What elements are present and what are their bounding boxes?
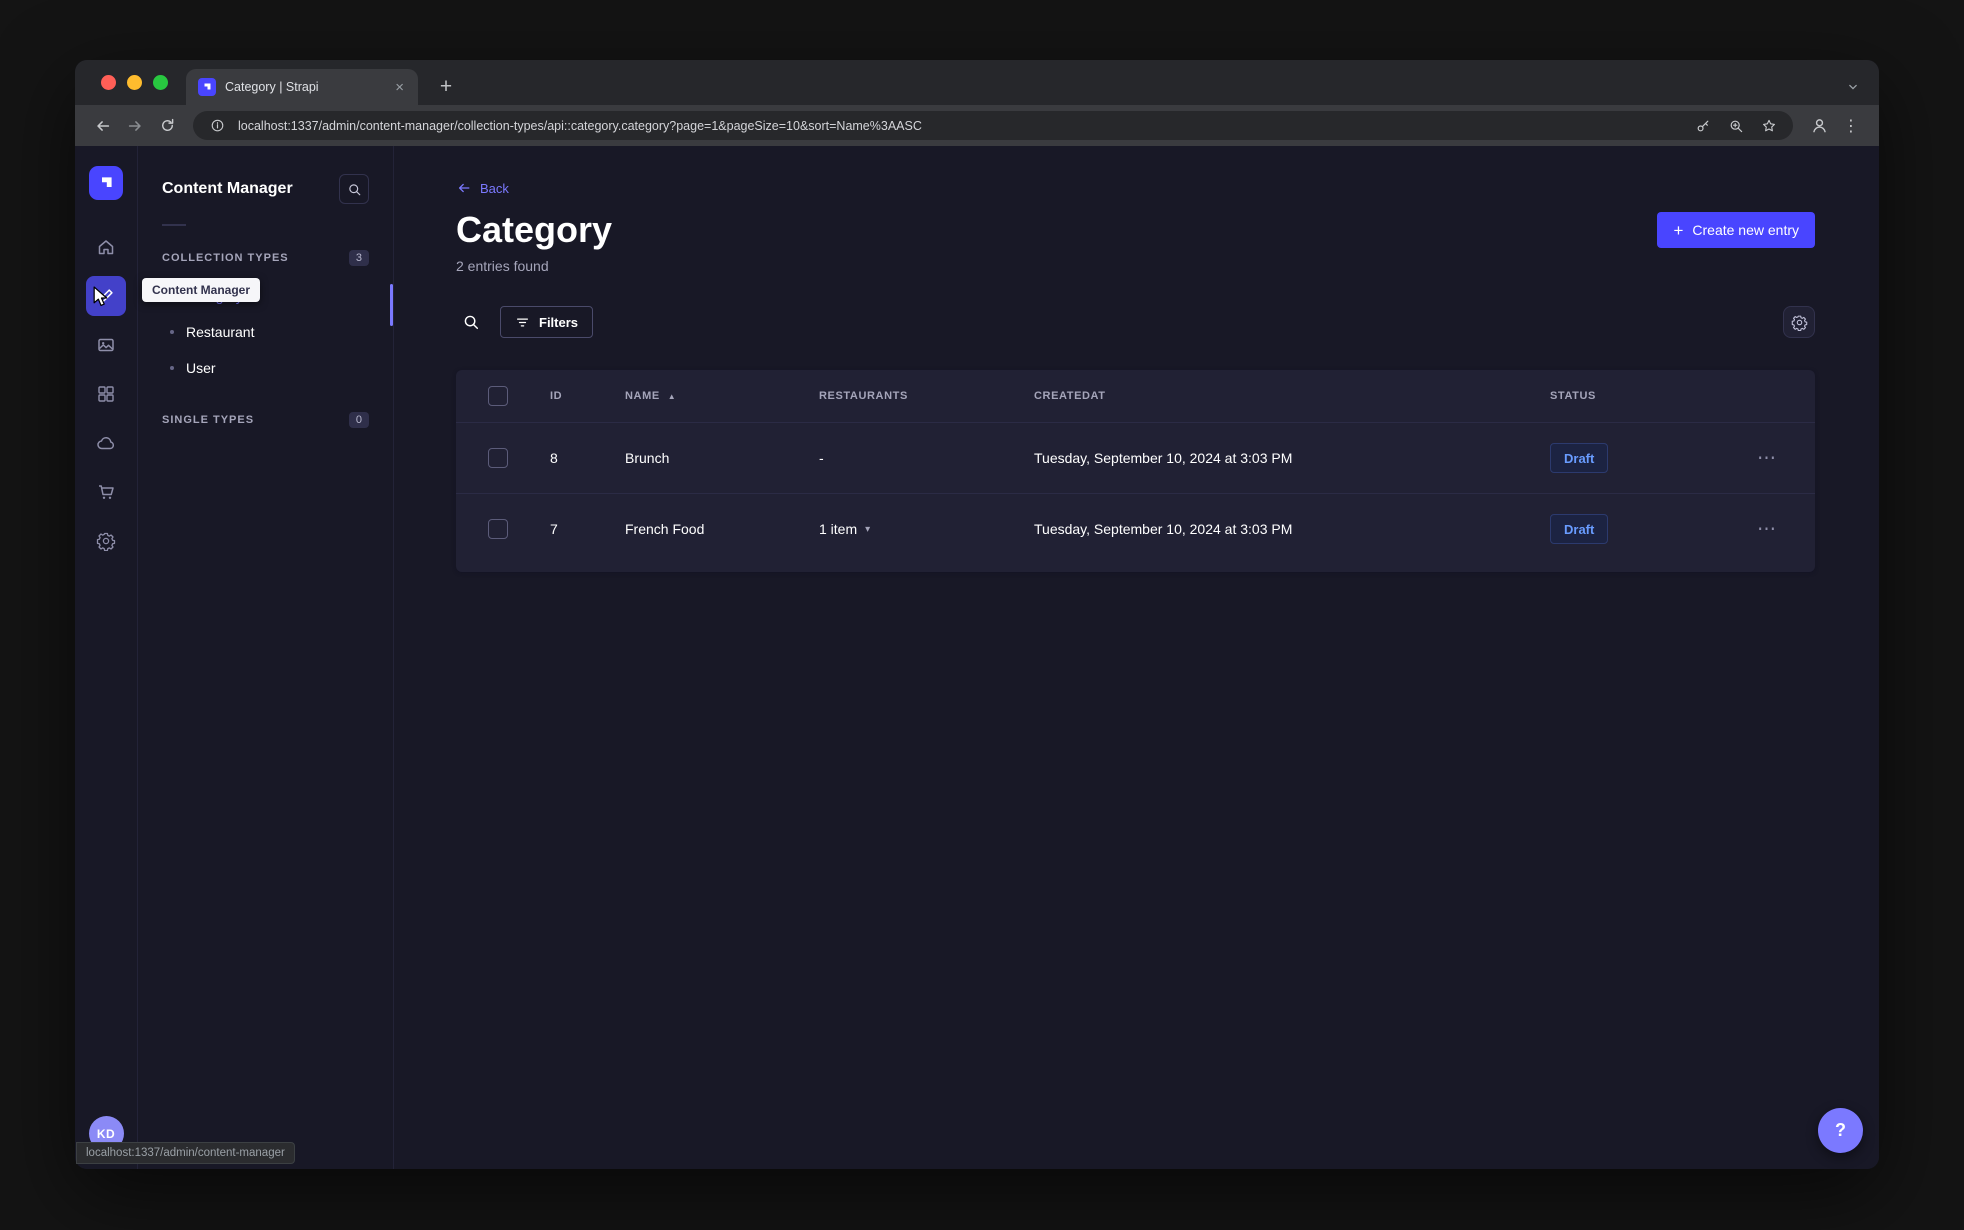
- row-actions-button[interactable]: ⋯: [1720, 447, 1815, 470]
- bullet-icon: [170, 366, 174, 370]
- entries-table: ID NAME ▲ RESTAURANTS CREATEDAT STATUS 8…: [456, 370, 1815, 573]
- search-button[interactable]: [456, 307, 486, 337]
- collection-types-count-badge: 3: [348, 250, 369, 266]
- browser-toolbar: localhost:1337/admin/content-manager/col…: [75, 105, 1879, 146]
- column-header-name-label: NAME: [625, 390, 660, 403]
- subnav-divider: [162, 224, 186, 226]
- sort-asc-icon[interactable]: ▲: [668, 392, 677, 401]
- minimize-window-button[interactable]: [127, 75, 142, 90]
- strapi-favicon-icon: [198, 78, 216, 96]
- bullet-icon: [170, 330, 174, 334]
- table-header-row: ID NAME ▲ RESTAURANTS CREATEDAT STATUS: [456, 370, 1815, 422]
- filter-icon: [516, 318, 529, 327]
- tab-close-icon[interactable]: ×: [391, 78, 408, 97]
- back-link-label: Back: [480, 180, 509, 196]
- category-list-view: Back Category + Create new entry 2 entri…: [394, 146, 1879, 1169]
- strapi-logo-icon[interactable]: [89, 166, 123, 200]
- single-types-count-badge: 0: [348, 412, 369, 428]
- browser-tab-bar: Category | Strapi × +: [75, 60, 1879, 105]
- view-settings-button[interactable]: [1783, 306, 1815, 339]
- close-window-button[interactable]: [101, 75, 116, 90]
- content-manager-nav-icon[interactable]: [86, 276, 126, 316]
- subnav-item-label: User: [186, 360, 216, 376]
- single-types-label: SINGLE TYPES: [162, 414, 255, 426]
- column-header-id[interactable]: ID: [550, 390, 625, 402]
- subnav-item-user[interactable]: User: [162, 350, 369, 386]
- column-header-createdat[interactable]: CREATEDAT: [1034, 390, 1550, 402]
- restaurants-count-label: 1 item: [819, 521, 858, 538]
- content-type-builder-nav-icon[interactable]: [86, 374, 126, 414]
- main-nav-rail: KD: [75, 146, 138, 1169]
- marketplace-cart-nav-icon[interactable]: [86, 472, 126, 512]
- cell-createdat: Tuesday, September 10, 2024 at 3:03 PM: [1034, 450, 1293, 467]
- url-bar[interactable]: localhost:1337/admin/content-manager/col…: [193, 111, 1793, 140]
- plus-icon: +: [1673, 220, 1684, 240]
- browser-window: Category | Strapi × + localhost:1337/adm…: [75, 60, 1879, 1169]
- create-new-entry-button[interactable]: + Create new entry: [1657, 212, 1815, 248]
- window-controls: [75, 60, 186, 105]
- settings-gear-nav-icon[interactable]: [86, 521, 126, 561]
- status-badge: Draft: [1550, 443, 1609, 474]
- cell-id: 8: [550, 450, 558, 467]
- strapi-admin-app: KD Content Manager COLLECTION TYPES 3 Ca…: [75, 146, 1879, 1169]
- page-title: Category: [456, 209, 613, 250]
- reload-icon[interactable]: [153, 112, 181, 140]
- forward-nav-icon[interactable]: [121, 112, 149, 140]
- column-header-name[interactable]: NAME ▲: [625, 390, 819, 402]
- back-nav-icon[interactable]: [89, 112, 117, 140]
- tab-title: Category | Strapi: [225, 80, 319, 94]
- password-key-icon[interactable]: [1691, 114, 1715, 138]
- media-library-nav-icon[interactable]: [86, 325, 126, 365]
- cell-name: Brunch: [625, 450, 670, 467]
- table-row[interactable]: 7 French Food 1 item ▾ Tuesday, Septembe…: [456, 493, 1815, 564]
- maximize-window-button[interactable]: [153, 75, 168, 90]
- row-checkbox[interactable]: [488, 448, 508, 469]
- content-manager-tooltip: Content Manager: [142, 278, 261, 302]
- table-row[interactable]: 8 Brunch - Tuesday, September 10, 2024 a…: [456, 422, 1815, 493]
- column-header-restaurants[interactable]: RESTAURANTS: [819, 390, 1034, 402]
- cell-restaurants[interactable]: 1 item ▾: [819, 521, 1034, 537]
- filters-button-label: Filters: [539, 314, 579, 330]
- cloud-nav-icon[interactable]: [86, 423, 126, 463]
- site-info-icon[interactable]: [205, 114, 229, 138]
- search-icon: [464, 315, 479, 330]
- row-actions-button[interactable]: ⋯: [1720, 518, 1815, 541]
- create-button-label: Create new entry: [1692, 222, 1799, 238]
- subnav-title: Content Manager: [162, 180, 293, 197]
- back-link[interactable]: Back: [456, 180, 509, 196]
- subnav-item-label: Restaurant: [186, 324, 255, 340]
- tab-list-chevron-icon[interactable]: [1845, 79, 1861, 95]
- active-item-indicator: [390, 284, 393, 326]
- zoom-search-icon[interactable]: [1724, 114, 1748, 138]
- new-tab-button[interactable]: +: [432, 73, 460, 101]
- home-nav-icon[interactable]: [86, 227, 126, 267]
- status-badge: Draft: [1550, 514, 1609, 545]
- browser-tab[interactable]: Category | Strapi ×: [186, 69, 418, 105]
- cell-restaurants: -: [819, 450, 824, 467]
- row-checkbox[interactable]: [488, 519, 508, 540]
- cell-name: French Food: [625, 521, 705, 538]
- profile-avatar-icon[interactable]: [1805, 112, 1833, 140]
- link-status-bubble: localhost:1337/admin/content-manager: [76, 1142, 295, 1164]
- select-all-checkbox[interactable]: [488, 386, 508, 407]
- browser-menu-kebab-icon[interactable]: ⋮: [1837, 112, 1865, 140]
- subnav-item-restaurant[interactable]: Restaurant: [162, 314, 369, 350]
- gear-icon: [1791, 315, 1807, 331]
- filters-button[interactable]: Filters: [500, 306, 594, 339]
- subnav-search-button[interactable]: [339, 174, 369, 204]
- url-text[interactable]: localhost:1337/admin/content-manager/col…: [238, 119, 1682, 133]
- back-arrow-icon: [458, 183, 470, 193]
- collection-types-label: COLLECTION TYPES: [162, 252, 289, 264]
- cell-createdat: Tuesday, September 10, 2024 at 3:03 PM: [1034, 521, 1293, 538]
- help-button[interactable]: ?: [1818, 1108, 1863, 1153]
- chevron-down-icon: ▾: [865, 523, 871, 535]
- cell-id: 7: [550, 521, 558, 538]
- bookmark-star-icon[interactable]: [1757, 114, 1781, 138]
- column-header-status[interactable]: STATUS: [1550, 390, 1720, 402]
- entries-count-text: 2 entries found: [456, 258, 549, 275]
